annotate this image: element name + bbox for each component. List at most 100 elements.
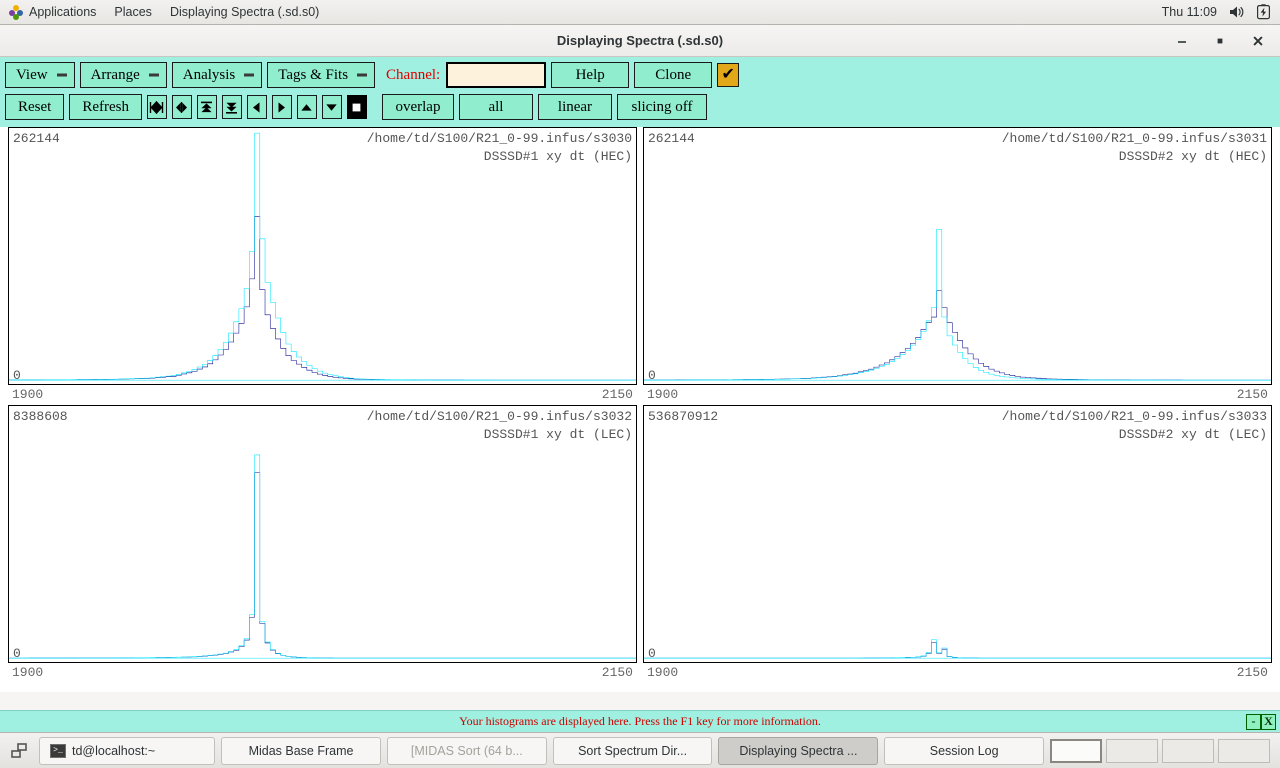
- panel-0-ymin-label: 0: [13, 368, 21, 383]
- step-down-icon[interactable]: [322, 95, 342, 119]
- toolbar-row-primary: View Arrange Analysis Tags & Fits Channe…: [0, 59, 1280, 91]
- task-midas-sort[interactable]: [MIDAS Sort (64 b...: [387, 737, 547, 765]
- spectrum-panel-1[interactable]: 262144 /home/td/S100/R21_0-99.infus/s303…: [643, 127, 1272, 385]
- task-displaying-spectra-label: Displaying Spectra ...: [739, 744, 857, 758]
- linear-scale-button[interactable]: linear: [538, 94, 612, 120]
- panel-2-xmin-label: 1900: [12, 665, 43, 680]
- plot-cell-1: 262144 /home/td/S100/R21_0-99.infus/s303…: [640, 127, 1272, 405]
- panel-0-canvas: [9, 128, 636, 384]
- task-midas-sort-label: [MIDAS Sort (64 b...: [411, 744, 523, 758]
- plot-row-top: 262144 /home/td/S100/R21_0-99.infus/s303…: [8, 127, 1272, 405]
- active-window-menu[interactable]: Displaying Spectra (.sd.s0): [161, 0, 328, 25]
- workspace-switcher: [1050, 739, 1274, 763]
- refresh-button[interactable]: Refresh: [69, 94, 142, 120]
- panel-2-xmax-label: 2150: [602, 665, 633, 680]
- jump-to-first-icon[interactable]: [147, 95, 167, 119]
- task-midas-base-frame-label: Midas Base Frame: [249, 744, 354, 758]
- spectrum-panel-2[interactable]: 8388608 /home/td/S100/R21_0-99.infus/s30…: [8, 405, 637, 663]
- menu-tags-and-fits[interactable]: Tags & Fits: [267, 62, 375, 88]
- workspace-4[interactable]: [1218, 739, 1270, 763]
- panel-0-axis: 1900 2150: [8, 385, 637, 405]
- status-close-button[interactable]: X: [1261, 714, 1276, 730]
- show-desktop-icon[interactable]: [6, 737, 33, 765]
- panel-1-xmax-label: 2150: [1237, 387, 1268, 402]
- slicing-mode-label: slicing off: [632, 99, 693, 116]
- maximize-button[interactable]: [1212, 33, 1228, 49]
- checkmark-toggle[interactable]: ✔: [717, 63, 739, 87]
- all-mode-button[interactable]: all: [459, 94, 533, 120]
- active-window-label: Displaying Spectra (.sd.s0): [170, 5, 319, 19]
- reset-button[interactable]: Reset: [5, 94, 64, 120]
- checkmark-icon: ✔: [721, 67, 734, 83]
- panel-0-xmin-label: 1900: [12, 387, 43, 402]
- workspace-3[interactable]: [1162, 739, 1214, 763]
- applications-icon: [9, 5, 23, 19]
- panel-3-xmin-label: 1900: [647, 665, 678, 680]
- battery-icon[interactable]: [1257, 4, 1270, 20]
- step-left-icon[interactable]: [247, 95, 267, 119]
- scroll-bottom-icon[interactable]: [222, 95, 242, 119]
- series-navy-spectrum: [9, 216, 636, 380]
- panel-2-subtitle-label: DSSSD#1 xy dt (LEC): [484, 427, 632, 442]
- applications-menu[interactable]: Applications: [0, 0, 105, 25]
- step-right-icon[interactable]: [272, 95, 292, 119]
- places-menu-label: Places: [114, 5, 152, 19]
- task-displaying-spectra[interactable]: Displaying Spectra ...: [718, 737, 878, 765]
- applications-menu-label: Applications: [29, 5, 96, 19]
- expand-horizontal-icon[interactable]: [172, 95, 192, 119]
- task-session-log-label: Session Log: [930, 744, 999, 758]
- window-title: Displaying Spectra (.sd.s0): [0, 33, 1280, 48]
- panel-1-axis: 1900 2150: [643, 385, 1272, 405]
- channel-input[interactable]: [446, 62, 546, 88]
- status-message: Your histograms are displayed here. Pres…: [0, 714, 1280, 729]
- refresh-button-label: Refresh: [82, 99, 129, 116]
- workspace-1[interactable]: [1050, 739, 1102, 763]
- plot-cell-3: 536870912 /home/td/S100/R21_0-99.infus/s…: [640, 405, 1272, 683]
- plot-row-bottom: 8388608 /home/td/S100/R21_0-99.infus/s30…: [8, 405, 1272, 683]
- menu-analysis-label: Analysis: [183, 67, 236, 84]
- step-up-icon[interactable]: [297, 95, 317, 119]
- series-cyan-spectrum: [644, 229, 1271, 380]
- slicing-mode-button[interactable]: slicing off: [617, 94, 707, 120]
- close-button[interactable]: [1250, 33, 1266, 49]
- overlap-mode-button[interactable]: overlap: [382, 94, 454, 120]
- stop-square-icon[interactable]: [347, 95, 367, 119]
- minimize-button[interactable]: [1174, 33, 1190, 49]
- status-minimize-button[interactable]: -: [1246, 714, 1261, 730]
- scroll-top-icon[interactable]: [197, 95, 217, 119]
- panel-3-xmax-label: 2150: [1237, 665, 1268, 680]
- toolbar-row-secondary: Reset Refresh: [0, 91, 1280, 123]
- menu-view[interactable]: View: [5, 62, 75, 88]
- menu-indicator-icon: [244, 74, 254, 77]
- panel-1-path-label: /home/td/S100/R21_0-99.infus/s3031: [1002, 131, 1267, 147]
- panel-3-axis: 1900 2150: [643, 663, 1272, 683]
- speaker-icon[interactable]: [1229, 5, 1245, 19]
- task-sort-spectrum-dir[interactable]: Sort Spectrum Dir...: [553, 737, 713, 765]
- help-button[interactable]: Help: [551, 62, 629, 88]
- panel-1-ymin-label: 0: [648, 368, 656, 383]
- panel-0-xmax-label: 2150: [602, 387, 633, 402]
- panel-1-subtitle-label: DSSSD#2 xy dt (HEC): [1119, 149, 1267, 164]
- series-navy-spectrum: [644, 291, 1271, 381]
- spectrum-panel-3[interactable]: 536870912 /home/td/S100/R21_0-99.infus/s…: [643, 405, 1272, 663]
- menu-arrange[interactable]: Arrange: [80, 62, 167, 88]
- spectrum-panel-0[interactable]: 262144 /home/td/S100/R21_0-99.infus/s303…: [8, 127, 637, 385]
- task-sort-spectrum-dir-label: Sort Spectrum Dir...: [578, 744, 687, 758]
- panel-2-ymax-label: 8388608: [13, 409, 68, 424]
- task-terminal[interactable]: >_ td@localhost:~: [39, 737, 215, 765]
- places-menu[interactable]: Places: [105, 0, 161, 25]
- linear-scale-label: linear: [558, 99, 592, 116]
- menu-indicator-icon: [357, 74, 367, 77]
- terminal-icon: >_: [50, 744, 66, 758]
- menu-indicator-icon: [149, 74, 159, 77]
- panel-clock[interactable]: Thu 11:09: [1162, 5, 1217, 19]
- task-midas-base-frame[interactable]: Midas Base Frame: [221, 737, 381, 765]
- clone-button[interactable]: Clone: [634, 62, 712, 88]
- task-session-log[interactable]: Session Log: [884, 737, 1044, 765]
- spectra-plot-area: 262144 /home/td/S100/R21_0-99.infus/s303…: [0, 127, 1280, 692]
- menu-analysis[interactable]: Analysis: [172, 62, 263, 88]
- panel-3-path-label: /home/td/S100/R21_0-99.infus/s3033: [1002, 409, 1267, 425]
- series-cyan-spectrum: [9, 133, 636, 380]
- workspace-2[interactable]: [1106, 739, 1158, 763]
- series-cyan-spectrum: [9, 455, 636, 658]
